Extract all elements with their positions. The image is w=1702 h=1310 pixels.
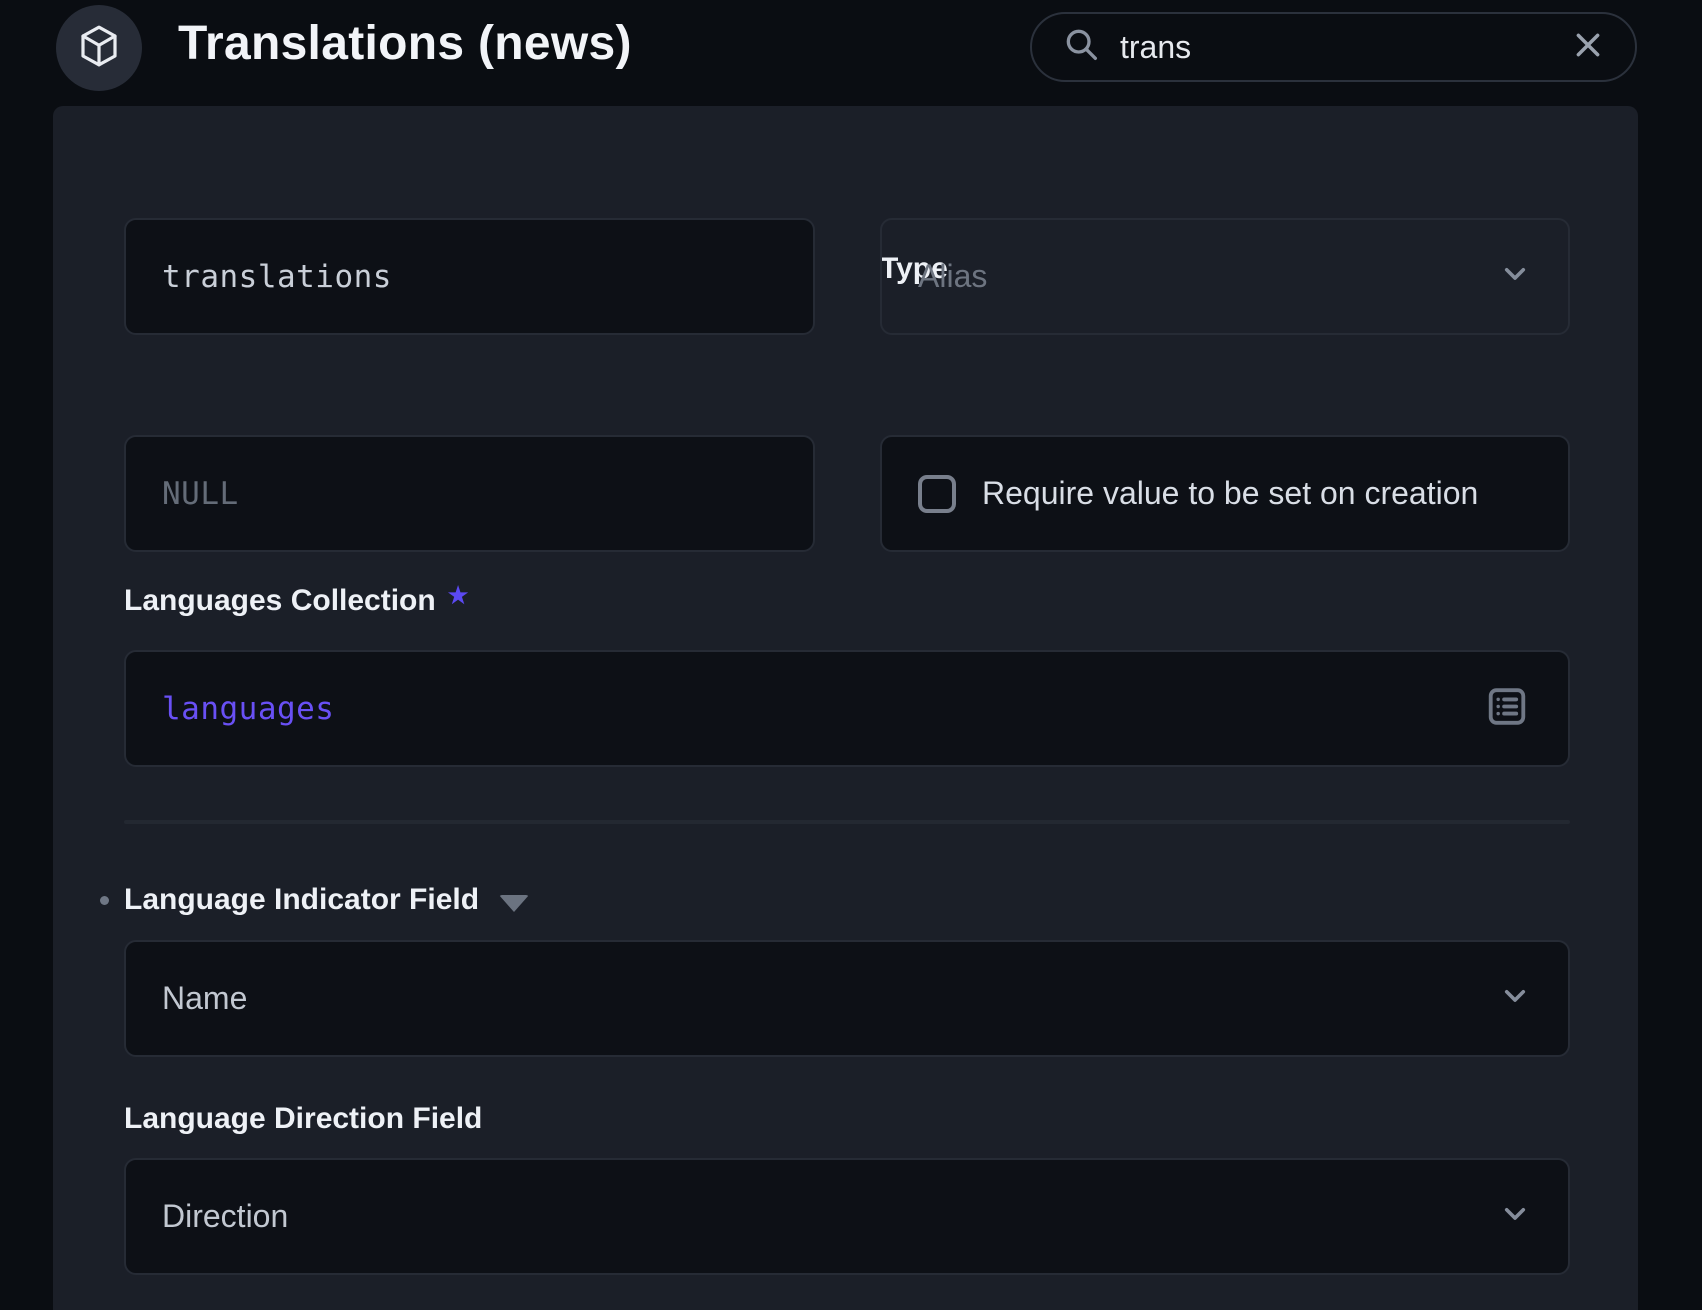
drawer-header: Translations (news) trans	[0, 0, 1702, 106]
field-options-caret-icon[interactable]	[499, 895, 529, 912]
chevron-down-icon	[1496, 977, 1534, 1020]
edited-dot-icon	[100, 896, 109, 905]
required-checkbox-label: Require value to be set on creation	[982, 475, 1478, 512]
chevron-down-icon	[1496, 1195, 1534, 1238]
search-box[interactable]: trans	[1030, 12, 1637, 82]
cube-icon	[75, 22, 123, 75]
clear-search-icon[interactable]	[1567, 24, 1609, 71]
language-indicator-select[interactable]: Name	[124, 940, 1570, 1057]
type-select: Alias	[880, 218, 1570, 335]
languages-collection-label: Languages Collection★	[124, 582, 815, 620]
language-direction-label: Language Direction Field	[124, 1100, 1570, 1138]
search-icon	[1062, 25, 1102, 70]
collection-icon-badge	[56, 5, 142, 91]
field-detail-panel: Key★ translations Type Alias Default Val…	[53, 106, 1638, 1310]
languages-collection-input[interactable]: languages	[124, 650, 1570, 767]
search-input[interactable]: trans	[1120, 29, 1549, 66]
language-direction-select[interactable]: Direction	[124, 1158, 1570, 1275]
language-indicator-label: Language Indicator Field	[100, 881, 529, 919]
chevron-down-icon	[1496, 255, 1534, 298]
key-input[interactable]: translations	[124, 218, 815, 335]
list-alt-icon[interactable]	[1484, 683, 1530, 734]
required-star-icon: ★	[448, 576, 469, 614]
field-config-screen: Translations (news) trans Key★ t	[0, 0, 1702, 1310]
default-value-input[interactable]: NULL	[124, 435, 815, 552]
required-checkbox[interactable]	[918, 475, 956, 513]
input-placeholder: NULL	[162, 476, 239, 512]
page-title: Translations (news)	[178, 14, 632, 74]
required-checkbox-group[interactable]: Require value to be set on creation	[880, 435, 1570, 552]
section-divider	[124, 820, 1570, 824]
